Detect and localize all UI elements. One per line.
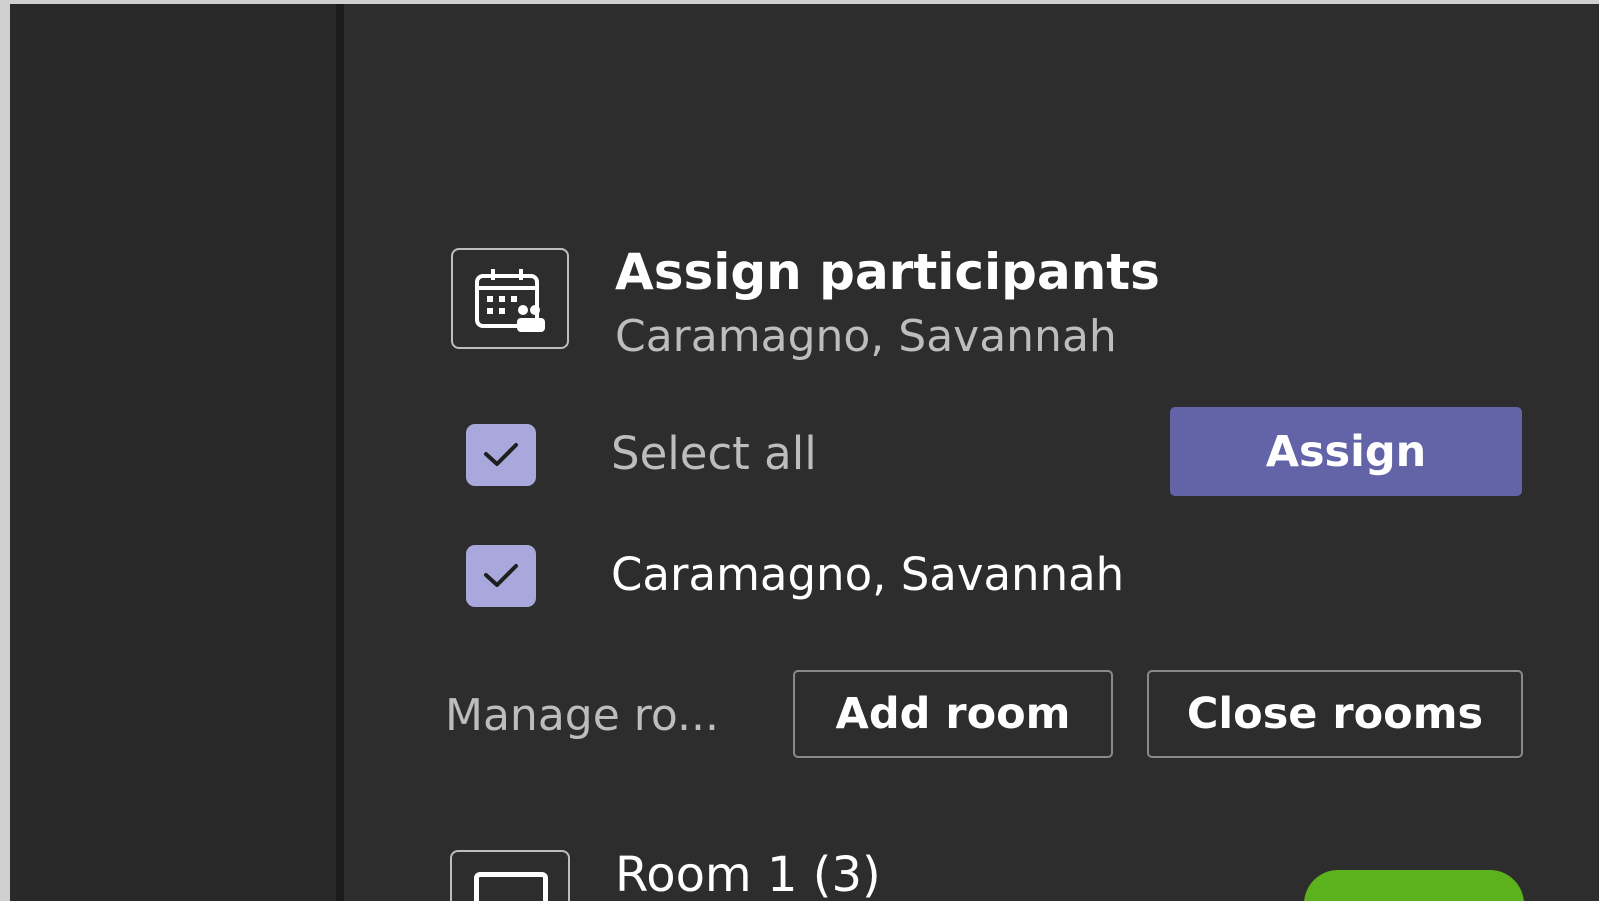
panel-title: Assign participants bbox=[615, 243, 1160, 301]
app-window: Assign participants Caramagno, Savannah … bbox=[10, 4, 1599, 901]
add-room-button[interactable]: Add room bbox=[793, 670, 1113, 758]
breakout-rooms-panel: Assign participants Caramagno, Savannah … bbox=[344, 4, 1599, 901]
calendar-people-icon bbox=[451, 248, 569, 349]
select-all-checkbox[interactable] bbox=[466, 424, 536, 486]
manage-rooms-label: Manage ro... bbox=[445, 690, 719, 741]
select-all-label[interactable]: Select all bbox=[611, 425, 817, 483]
checkmark-icon bbox=[484, 564, 518, 587]
checkmark-icon bbox=[484, 443, 518, 466]
pane-divider[interactable] bbox=[336, 4, 344, 901]
assign-button[interactable]: Assign bbox=[1170, 407, 1522, 496]
panel-subtitle: Caramagno, Savannah bbox=[615, 311, 1117, 362]
room-icon bbox=[450, 850, 570, 901]
close-rooms-button[interactable]: Close rooms bbox=[1147, 670, 1523, 758]
participant-checkbox[interactable] bbox=[466, 545, 536, 607]
participant-name[interactable]: Caramagno, Savannah bbox=[611, 546, 1124, 604]
room-title[interactable]: Room 1 (3) bbox=[615, 846, 881, 901]
room-status-button[interactable] bbox=[1304, 870, 1524, 901]
